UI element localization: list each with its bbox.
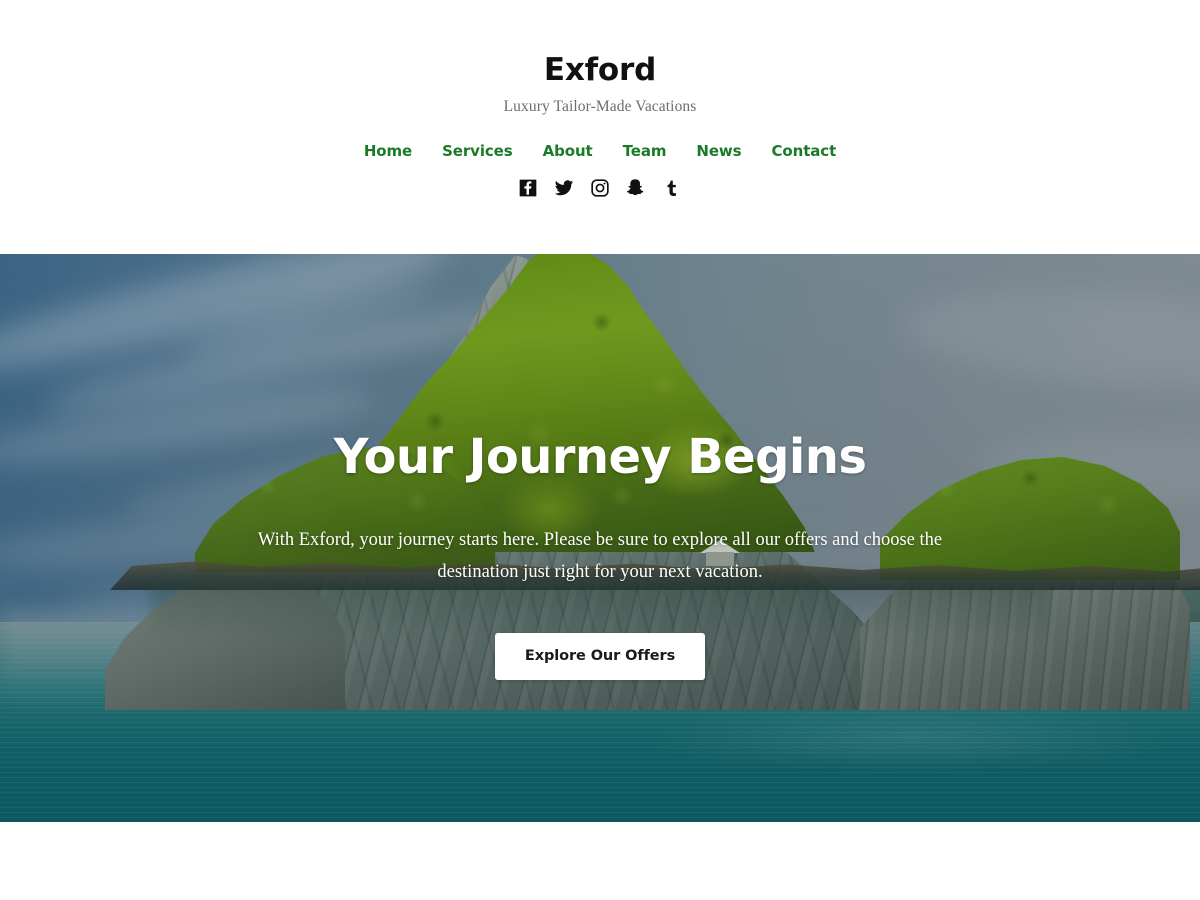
nav-link-news[interactable]: News xyxy=(696,142,741,160)
social-navigation xyxy=(517,177,683,199)
nav-link-home[interactable]: Home xyxy=(364,142,412,160)
nav-link-contact[interactable]: Contact xyxy=(772,142,837,160)
nav-link-team[interactable]: Team xyxy=(623,142,667,160)
twitter-icon xyxy=(554,178,574,198)
social-link-tumblr[interactable] xyxy=(661,177,683,199)
tumblr-icon xyxy=(662,178,682,198)
site-header: Exford Luxury Tailor-Made Vacations Home… xyxy=(0,0,1200,254)
snapchat-icon xyxy=(626,178,646,198)
nav-link-services[interactable]: Services xyxy=(442,142,513,160)
social-link-twitter[interactable] xyxy=(553,177,575,199)
explore-our-offers-button[interactable]: Explore Our Offers xyxy=(494,633,706,681)
page-root: Exford Luxury Tailor-Made Vacations Home… xyxy=(0,0,1200,900)
instagram-icon xyxy=(590,178,610,198)
hero-paragraph: With Exford, your journey starts here. P… xyxy=(257,529,943,582)
facebook-icon xyxy=(518,178,538,198)
hero-section: Your Journey Begins With Exford, your jo… xyxy=(0,254,1200,822)
nav-link-about[interactable]: About xyxy=(543,142,593,160)
social-link-facebook[interactable] xyxy=(517,177,539,199)
site-title: Exford xyxy=(543,52,657,88)
hero-heading: Your Journey Begins xyxy=(333,429,867,485)
hero-content: Your Journey Begins With Exford, your jo… xyxy=(0,254,1200,822)
social-link-instagram[interactable] xyxy=(589,177,611,199)
below-fold-whitespace xyxy=(0,822,1200,900)
site-tagline: Luxury Tailor-Made Vacations xyxy=(503,98,697,116)
social-link-snapchat[interactable] xyxy=(625,177,647,199)
main-navigation: Home Services About Team News Contact xyxy=(364,142,836,160)
